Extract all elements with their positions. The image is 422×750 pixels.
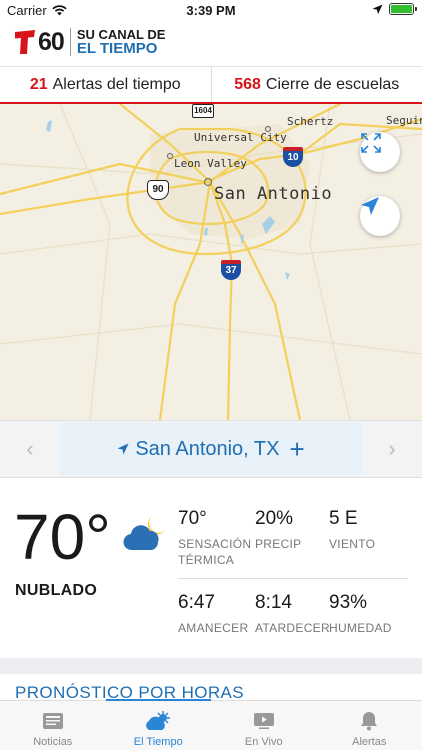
- location-arrow-icon: [372, 4, 383, 14]
- map-canvas: [0, 104, 422, 420]
- expand-map-button[interactable]: [360, 132, 400, 172]
- location-arrow-icon: [117, 443, 129, 455]
- weather-alerts-count: 21: [29, 75, 48, 93]
- battery-icon: [389, 3, 417, 15]
- sunrise-label: AMANECER: [178, 621, 249, 635]
- location-selector: ‹ San Antonio, TX + ›: [0, 420, 422, 478]
- interstate-shield-10-label: 10: [287, 152, 299, 163]
- stats-divider: [178, 578, 408, 579]
- tab-weather[interactable]: El Tiempo: [105, 699, 212, 750]
- tagline-line2: EL TIEMPO: [76, 40, 158, 57]
- map-place-universal-city: Universal City: [194, 131, 287, 144]
- map-city-label: San Antonio: [214, 184, 333, 204]
- logo-divider: [69, 28, 71, 56]
- partly-cloudy-night-icon: [123, 516, 166, 551]
- current-location[interactable]: San Antonio, TX +: [60, 423, 362, 475]
- weather-icon: [146, 711, 171, 730]
- app-header: 60 SU CANAL DE EL TIEMPO: [0, 22, 422, 62]
- us-shield-90: 90: [147, 180, 169, 200]
- live-tv-icon: [253, 713, 274, 729]
- feels-like-label-line1: SENSACIÓN: [178, 537, 252, 551]
- location-name: San Antonio, TX: [135, 437, 280, 460]
- status-right: [372, 3, 417, 15]
- logo-tagline: SU CANAL DE EL TIEMPO: [76, 28, 166, 57]
- wind-label: VIENTO: [329, 537, 376, 551]
- status-time: 3:39 PM: [186, 3, 236, 18]
- humidity-stat: 93% HUMEDAD: [329, 592, 392, 636]
- weather-alerts-label: Alertas del tiempo: [52, 75, 181, 93]
- tab-weather-label: El Tiempo: [133, 736, 183, 748]
- sunrise-stat: 6:47 AMANECER: [178, 592, 248, 636]
- add-location-button[interactable]: +: [290, 434, 305, 465]
- interstate-shield-37: 37: [221, 260, 241, 280]
- school-closures-link[interactable]: 568 Cierre de escuelas: [210, 67, 422, 102]
- hourly-forecast-section: PRONÓSTICO POR HORAS: [0, 674, 422, 700]
- highway-shield-1604-label: 1604: [194, 106, 212, 115]
- map-place-schertz: Schertz: [287, 115, 334, 128]
- school-closures-label: Cierre de escuelas: [265, 75, 400, 93]
- school-closures-count: 568: [234, 75, 261, 93]
- bell-icon: [361, 712, 378, 731]
- wind-stat: 5 E VIENTO: [329, 508, 375, 552]
- tab-alerts[interactable]: Alertas: [317, 701, 422, 750]
- tab-live-label: En Vivo: [244, 736, 283, 748]
- sunrise-value: 6:47: [178, 592, 215, 613]
- sunset-label: ATARDECER: [255, 621, 330, 635]
- navigation-arrow-icon: [361, 197, 379, 215]
- brand-logo: 60 SU CANAL DE EL TIEMPO: [14, 28, 165, 57]
- locate-me-button[interactable]: [360, 196, 400, 236]
- feels-like-stat: 70° SENSACIÓN TÉRMICA: [178, 508, 251, 568]
- current-temperature: 70°: [14, 501, 111, 573]
- status-bar: Carrier 3:39 PM: [0, 0, 422, 22]
- previous-location-button[interactable]: ‹: [0, 436, 60, 462]
- humidity-label: HUMEDAD: [329, 621, 392, 635]
- sunset-stat: 8:14 ATARDECER: [255, 592, 330, 636]
- tab-bar: Noticias El Tiempo En Vivo Alertas: [0, 699, 422, 750]
- next-location-button[interactable]: ›: [362, 436, 422, 462]
- sunset-value: 8:14: [255, 592, 292, 613]
- expand-icon: [361, 133, 381, 153]
- humidity-value: 93%: [329, 592, 368, 613]
- precip-value: 20%: [255, 508, 294, 529]
- tab-live[interactable]: En Vivo: [211, 701, 317, 750]
- tab-alerts-label: Alertas: [352, 736, 387, 748]
- precip-label: PRECIP: [255, 537, 302, 551]
- map-place-seguin: Seguin: [386, 114, 422, 127]
- map-place-leon-valley: Leon Valley: [174, 157, 247, 170]
- us-shield-90-label: 90: [152, 184, 164, 195]
- condition-label: NUBLADO: [15, 582, 98, 599]
- interstate-shield-10: 10: [283, 147, 303, 167]
- feels-like-label: SENSACIÓN TÉRMICA: [178, 536, 251, 568]
- hourly-forecast-title: PRONÓSTICO POR HORAS: [15, 683, 245, 700]
- telemundo-t-icon: [15, 30, 35, 54]
- tab-news-label: Noticias: [33, 736, 73, 748]
- news-icon: [42, 713, 63, 729]
- weather-alerts-link[interactable]: 21 Alertas del tiempo: [0, 67, 211, 102]
- weather-map[interactable]: San Antonio Schertz Universal City Leon …: [0, 104, 422, 420]
- alerts-bar: 21 Alertas del tiempo 568 Cierre de escu…: [0, 66, 422, 104]
- tab-news[interactable]: Noticias: [0, 701, 106, 750]
- feels-like-value: 70°: [178, 508, 207, 529]
- logo-number: 60: [38, 27, 65, 56]
- precip-stat: 20% PRECIP: [255, 508, 301, 552]
- highway-shield-1604: 1604: [192, 104, 214, 118]
- section-gap: [0, 658, 422, 674]
- wind-value: 5 E: [329, 508, 358, 529]
- current-conditions: 70° NUBLADO 70° SENSACIÓN TÉRMICA 20% PR…: [0, 478, 422, 658]
- feels-like-label-line2: TÉRMICA: [178, 553, 235, 567]
- interstate-shield-37-label: 37: [225, 265, 237, 276]
